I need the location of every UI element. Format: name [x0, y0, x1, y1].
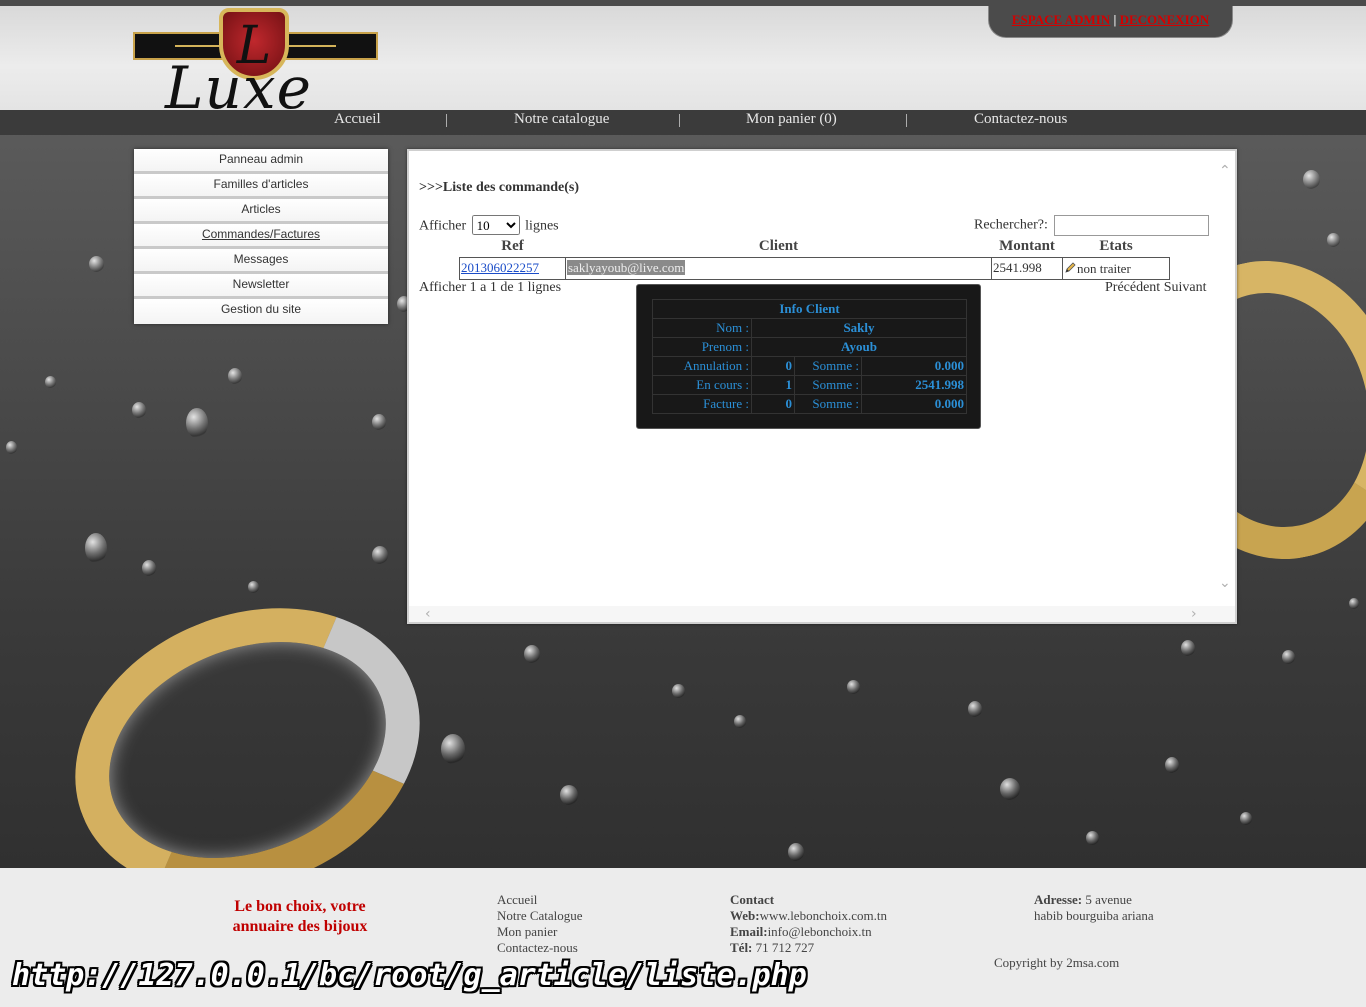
cell-montant: 2541.998	[991, 256, 1063, 280]
cell-ref: 201306022257	[459, 256, 566, 280]
table-info: Afficher 1 a 1 de 1 lignes	[419, 280, 562, 295]
sidebar-item-messages[interactable]: Messages	[134, 249, 388, 274]
show-label: Afficher	[419, 218, 467, 234]
admin-sidebar: Panneau admin Familles d'articles Articl…	[134, 149, 388, 324]
horizontal-scrollbar[interactable]	[409, 606, 1235, 622]
table-row: 201306022257 saklyayoub@live.com 2541.99…	[459, 256, 1170, 280]
tel-label: Tél:	[730, 940, 753, 955]
nav-separator: |	[445, 112, 449, 128]
main-nav: Accueil | Notre catalogue | Mon panier (…	[0, 110, 1366, 135]
column-header-montant[interactable]: Montant	[992, 237, 1063, 257]
site-header: L Luxe ESPACE ADMIN | DECONEXION	[0, 0, 1366, 122]
nav-contact[interactable]: Contactez-nous	[974, 110, 1067, 135]
etat-text: non traiter	[1077, 260, 1131, 276]
info-somme-label: Somme :	[794, 356, 862, 376]
footer-link-contact[interactable]: Contactez-nous	[497, 940, 583, 956]
nav-accueil[interactable]: Accueil	[334, 110, 381, 135]
cell-etat: non traiter	[1062, 256, 1170, 280]
contact-title: Contact	[730, 892, 775, 907]
search-input[interactable]	[1054, 215, 1210, 236]
admin-box: ESPACE ADMIN | DECONEXION	[988, 6, 1233, 38]
email-label: Email:	[730, 924, 768, 939]
info-somme-label: Somme :	[794, 375, 862, 395]
info-prenom-value: Ayoub	[751, 337, 967, 357]
sidebar-item-gestion[interactable]: Gestion du site	[134, 299, 388, 324]
address-label: Adresse:	[1034, 892, 1083, 907]
pagination-previous[interactable]: Précédent	[1105, 280, 1160, 295]
column-header-ref[interactable]: Ref	[460, 237, 566, 257]
nav-panier[interactable]: Mon panier (0)	[746, 110, 837, 135]
info-annulation-count: 0	[751, 356, 795, 376]
admin-space-link[interactable]: ESPACE ADMIN	[1012, 12, 1110, 27]
tel-value: 71 712 727	[755, 940, 815, 955]
sidebar-item-panneau-admin[interactable]: Panneau admin	[134, 149, 388, 174]
footer-links: Accueil Notre Catalogue Mon panier Conta…	[497, 892, 583, 956]
info-client-title: Info Client	[652, 299, 967, 319]
search-label: Rechercher?:	[974, 217, 1048, 233]
table-header-row: Ref Client Montant Etats	[460, 237, 1170, 257]
info-nom-value: Sakly	[751, 318, 967, 338]
info-encours-somme: 2541.998	[861, 375, 967, 395]
scroll-left-icon[interactable]: ‹	[425, 606, 431, 622]
footer-link-accueil[interactable]: Accueil	[497, 892, 583, 908]
info-client-table: Info Client Nom : Sakly Prenom : Ayoub A…	[652, 299, 967, 414]
search-control: Rechercher?:	[974, 215, 1210, 236]
info-facture-label: Facture :	[652, 394, 752, 414]
admin-separator: |	[1113, 12, 1117, 27]
info-nom-label: Nom :	[652, 318, 752, 338]
cell-client[interactable]: saklyayoub@live.com	[565, 256, 992, 280]
info-annulation-somme: 0.000	[861, 356, 967, 376]
footer-contact: Contact Web:www.lebonchoix.com.tn Email:…	[730, 892, 887, 956]
pagination-next[interactable]: Suivant	[1164, 280, 1207, 295]
scroll-right-icon[interactable]: ›	[1191, 606, 1197, 622]
web-label: Web:	[730, 908, 760, 923]
show-suffix: lignes	[525, 218, 559, 234]
page-length-control: Afficher 10 lignes	[419, 215, 559, 235]
page-title: >>>Liste des commande(s)	[419, 180, 580, 195]
nav-catalogue[interactable]: Notre catalogue	[514, 110, 609, 135]
info-facture-count: 0	[751, 394, 795, 414]
orders-panel: >>>Liste des commande(s) Afficher 10 lig…	[407, 149, 1237, 624]
email-value: info@lebonchoix.tn	[767, 924, 872, 939]
footer-link-catalogue[interactable]: Notre Catalogue	[497, 908, 583, 924]
info-encours-label: En cours :	[652, 375, 752, 395]
web-value: www.lebonchoix.com.tn	[759, 908, 887, 923]
copyright: Copyright by 2msa.com	[994, 955, 1120, 970]
footer-slogan: Le bon choix, votre annuaire des bijoux	[232, 898, 368, 935]
column-header-etats[interactable]: Etats	[1063, 237, 1170, 257]
logout-link[interactable]: DECONEXION	[1120, 12, 1210, 27]
site-logo[interactable]: L Luxe	[133, 8, 378, 122]
client-email: saklyayoub@live.com	[567, 260, 686, 275]
scroll-up-icon[interactable]: ⌃	[1219, 163, 1231, 179]
info-prenom-label: Prenom :	[652, 337, 752, 357]
orders-table: Ref Client Montant Etats 201306022257 sa…	[459, 237, 1170, 280]
sidebar-item-commandes[interactable]: Commandes/Factures	[134, 224, 388, 249]
nav-separator: |	[678, 112, 682, 128]
sidebar-item-newsletter[interactable]: Newsletter	[134, 274, 388, 299]
footer-address: Adresse: 5 avenue habib bourguiba ariana	[1034, 892, 1154, 924]
info-somme-label: Somme :	[794, 394, 862, 414]
url-overlay: http://127.0.0.1/bc/root/g_article/liste…	[12, 958, 807, 993]
page-length-select[interactable]: 10	[471, 215, 520, 235]
nav-separator: |	[905, 112, 909, 128]
info-client-popup: Info Client Nom : Sakly Prenom : Ayoub A…	[636, 284, 981, 429]
sidebar-item-articles[interactable]: Articles	[134, 199, 388, 224]
info-annulation-label: Annulation :	[652, 356, 752, 376]
order-ref-link[interactable]: 201306022257	[461, 260, 539, 275]
info-facture-somme: 0.000	[861, 394, 967, 414]
pencil-icon[interactable]	[1064, 261, 1077, 274]
pagination: Précédent Suivant	[1105, 280, 1206, 296]
scroll-down-icon[interactable]: ⌄	[1219, 575, 1231, 591]
sidebar-item-familles[interactable]: Familles d'articles	[134, 174, 388, 199]
column-header-client[interactable]: Client	[566, 237, 992, 257]
footer-link-panier[interactable]: Mon panier	[497, 924, 583, 940]
info-encours-count: 1	[751, 375, 795, 395]
